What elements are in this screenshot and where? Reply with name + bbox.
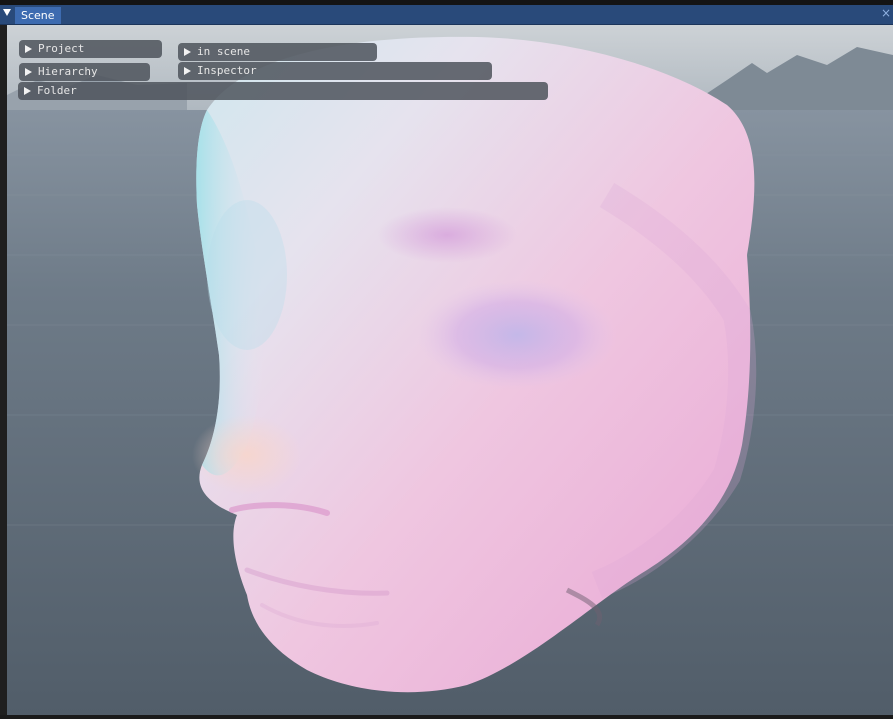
panel-label: Hierarchy — [38, 65, 98, 78]
panel-hierarchy-header[interactable]: Hierarchy — [19, 63, 150, 81]
expand-arrow-icon — [184, 67, 191, 75]
expand-arrow-icon — [184, 48, 191, 56]
panel-in-scene-header[interactable]: in scene — [178, 43, 377, 61]
bottom-border — [0, 715, 893, 719]
triangle-down-icon[interactable] — [3, 9, 11, 16]
expand-arrow-icon — [25, 68, 32, 76]
panel-folder-header[interactable]: Folder — [18, 82, 548, 100]
expand-arrow-icon — [24, 87, 31, 95]
panel-project-header[interactable]: Project — [19, 40, 162, 58]
panel-label: in scene — [197, 45, 250, 58]
window-titlebar: Scene × — [0, 5, 893, 25]
expand-arrow-icon — [25, 45, 32, 53]
scene-render — [7, 25, 893, 715]
panel-label: Folder — [37, 84, 77, 97]
panel-label: Project — [38, 42, 85, 55]
tab-scene[interactable]: Scene — [15, 7, 61, 24]
left-border — [0, 25, 7, 715]
close-icon[interactable]: × — [881, 6, 891, 20]
panel-inspector-header[interactable]: Inspector — [178, 62, 492, 80]
scene-viewport[interactable]: Project in scene Hierarchy Inspector Fol… — [7, 25, 893, 715]
panel-label: Inspector — [197, 64, 257, 77]
